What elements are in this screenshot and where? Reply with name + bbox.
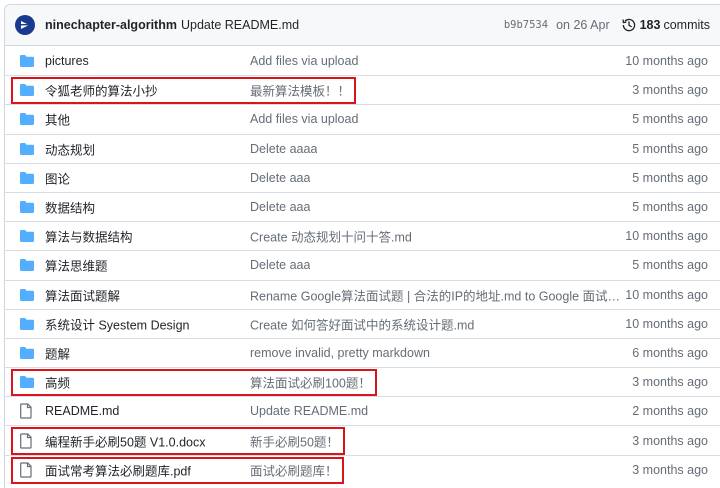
folder-icon	[19, 54, 35, 68]
commit-message-link[interactable]: 面试必刷题库！	[250, 460, 338, 479]
file-name-link[interactable]: 算法思维题	[45, 256, 108, 275]
file-row[interactable]: 面试常考算法必刷题库.pdf 面试必刷题库！ 3 months ago	[5, 454, 720, 484]
file-row[interactable]: 动态规划 Delete aaaa 5 months ago	[5, 133, 720, 163]
commit-age: 3 months ago	[632, 433, 708, 448]
file-name-link[interactable]: 动态规划	[45, 139, 95, 158]
file-icon	[19, 462, 33, 478]
file-icon	[19, 403, 33, 419]
commit-message-link[interactable]: Delete aaa	[250, 258, 310, 272]
commit-age: 5 months ago	[632, 258, 708, 273]
file-name-link[interactable]: 编程新手必刷50题 V1.0.docx	[45, 431, 205, 450]
commit-date: on 26 Apr	[556, 18, 610, 32]
commit-age: 5 months ago	[632, 141, 708, 156]
commits-label: commits	[663, 18, 710, 32]
file-name-link[interactable]: 图论	[45, 168, 70, 187]
commit-message-link[interactable]: Delete aaa	[250, 171, 310, 185]
folder-icon	[19, 142, 35, 156]
logo-icon	[21, 21, 29, 29]
file-name-link[interactable]: 高频	[45, 373, 70, 392]
commit-age: 10 months ago	[625, 287, 708, 302]
commit-message-link[interactable]: Delete aaaa	[250, 142, 317, 156]
file-list: pictures Add files via upload 10 months ag…	[5, 46, 720, 484]
file-name-link[interactable]: pictures	[45, 54, 89, 68]
commit-age: 6 months ago	[632, 345, 708, 360]
file-name-link[interactable]: 面试常考算法必刷题库.pdf	[45, 460, 191, 479]
commit-message-link[interactable]: Add files via upload	[250, 112, 358, 126]
commit-message-link[interactable]: Create 动态规划十问十答.md	[250, 227, 412, 246]
file-row[interactable]: 令狐老师的算法小抄 最新算法模板！！ 3 months ago	[5, 75, 720, 104]
file-name-link[interactable]: 数据结构	[45, 198, 95, 217]
file-row[interactable]: 算法与数据结构 Create 动态规划十问十答.md 10 months ago	[5, 221, 720, 250]
folder-icon	[19, 200, 35, 214]
file-name-link[interactable]: 算法与数据结构	[45, 227, 133, 246]
file-row[interactable]: 算法面试题解 Rename Google算法面试题 | 合法的IP的地址.md t…	[5, 279, 720, 309]
commit-message-link[interactable]: 新手必刷50题！	[250, 431, 339, 450]
avatar[interactable]	[15, 15, 35, 35]
file-name-link[interactable]: README.md	[45, 404, 119, 418]
file-name-link[interactable]: 题解	[45, 343, 70, 362]
file-row[interactable]: 算法思维题 Delete aaa 5 months ago	[5, 250, 720, 279]
commit-age: 3 months ago	[632, 462, 708, 477]
commit-count: 183	[639, 18, 661, 32]
file-row[interactable]: 数据结构 Delete aaa 5 months ago	[5, 191, 720, 221]
file-icon	[19, 432, 33, 449]
file-name-link[interactable]: 令狐老师的算法小抄	[45, 81, 158, 100]
file-row[interactable]: 其他 Add files via upload 5 months ago	[5, 104, 720, 133]
folder-icon	[19, 288, 35, 302]
commit-message-link[interactable]: 最新算法模板！！	[250, 81, 350, 100]
commit-sha[interactable]: b9b7534	[504, 19, 548, 31]
history-icon	[622, 18, 636, 32]
commit-history-link[interactable]: 183 commits	[622, 18, 710, 32]
folder-icon	[19, 112, 35, 126]
file-browser: ninechapter-algorithm Update README.md b…	[4, 4, 720, 488]
folder-icon	[19, 171, 35, 185]
file-name-link[interactable]: 系统设计 Syestem Design	[45, 314, 189, 333]
file-name-link[interactable]: 算法面试题解	[45, 285, 120, 304]
commit-age: 10 months ago	[625, 316, 708, 331]
commit-age: 5 months ago	[632, 170, 708, 185]
folder-icon	[19, 317, 35, 331]
commit-age: 10 months ago	[625, 53, 708, 68]
file-row[interactable]: 题解 remove invalid, pretty markdown 6 month…	[5, 337, 720, 367]
commit-age: 2 months ago	[632, 404, 708, 419]
latest-commit-bar: ninechapter-algorithm Update README.md b…	[5, 5, 720, 46]
file-row[interactable]: 图论 Delete aaa 5 months ago	[5, 162, 720, 192]
commit-age: 5 months ago	[632, 200, 708, 215]
commit-message-link[interactable]: Add files via upload	[250, 54, 358, 68]
folder-icon	[19, 229, 35, 243]
folder-icon	[19, 83, 35, 97]
folder-icon	[19, 375, 35, 389]
file-row[interactable]: pictures Add files via upload 10 months ag…	[5, 46, 720, 75]
file-row[interactable]: README.md Update README.md 2 months ago	[5, 396, 720, 425]
commit-age: 3 months ago	[632, 83, 708, 98]
commit-message-link[interactable]: Rename Google算法面试题 | 合法的IP的地址.md to Goog…	[250, 285, 622, 304]
commit-age: 3 months ago	[632, 375, 708, 390]
commit-message-link[interactable]: Update README.md	[250, 404, 368, 418]
file-name-link[interactable]: 其他	[45, 110, 70, 129]
commit-message-link[interactable]: 算法面试必刷100题！	[250, 373, 371, 392]
commit-age: 5 months ago	[632, 112, 708, 127]
commit-message-link[interactable]: remove invalid, pretty markdown	[250, 346, 430, 360]
file-row[interactable]: 编程新手必刷50题 V1.0.docx 新手必刷50题！ 3 months ago	[5, 425, 720, 454]
commit-message[interactable]: Update README.md	[181, 18, 299, 32]
folder-icon	[19, 258, 35, 272]
folder-icon	[19, 346, 35, 360]
commit-message-link[interactable]: Delete aaa	[250, 200, 310, 214]
file-row[interactable]: 系统设计 Syestem Design Create 如何答好面试中的系统设计题.…	[5, 308, 720, 338]
file-row[interactable]: 高频 算法面试必刷100题！ 3 months ago	[5, 367, 720, 396]
commit-age: 10 months ago	[625, 229, 708, 244]
commit-author[interactable]: ninechapter-algorithm	[45, 18, 177, 32]
commit-message-link[interactable]: Create 如何答好面试中的系统设计题.md	[250, 314, 474, 333]
